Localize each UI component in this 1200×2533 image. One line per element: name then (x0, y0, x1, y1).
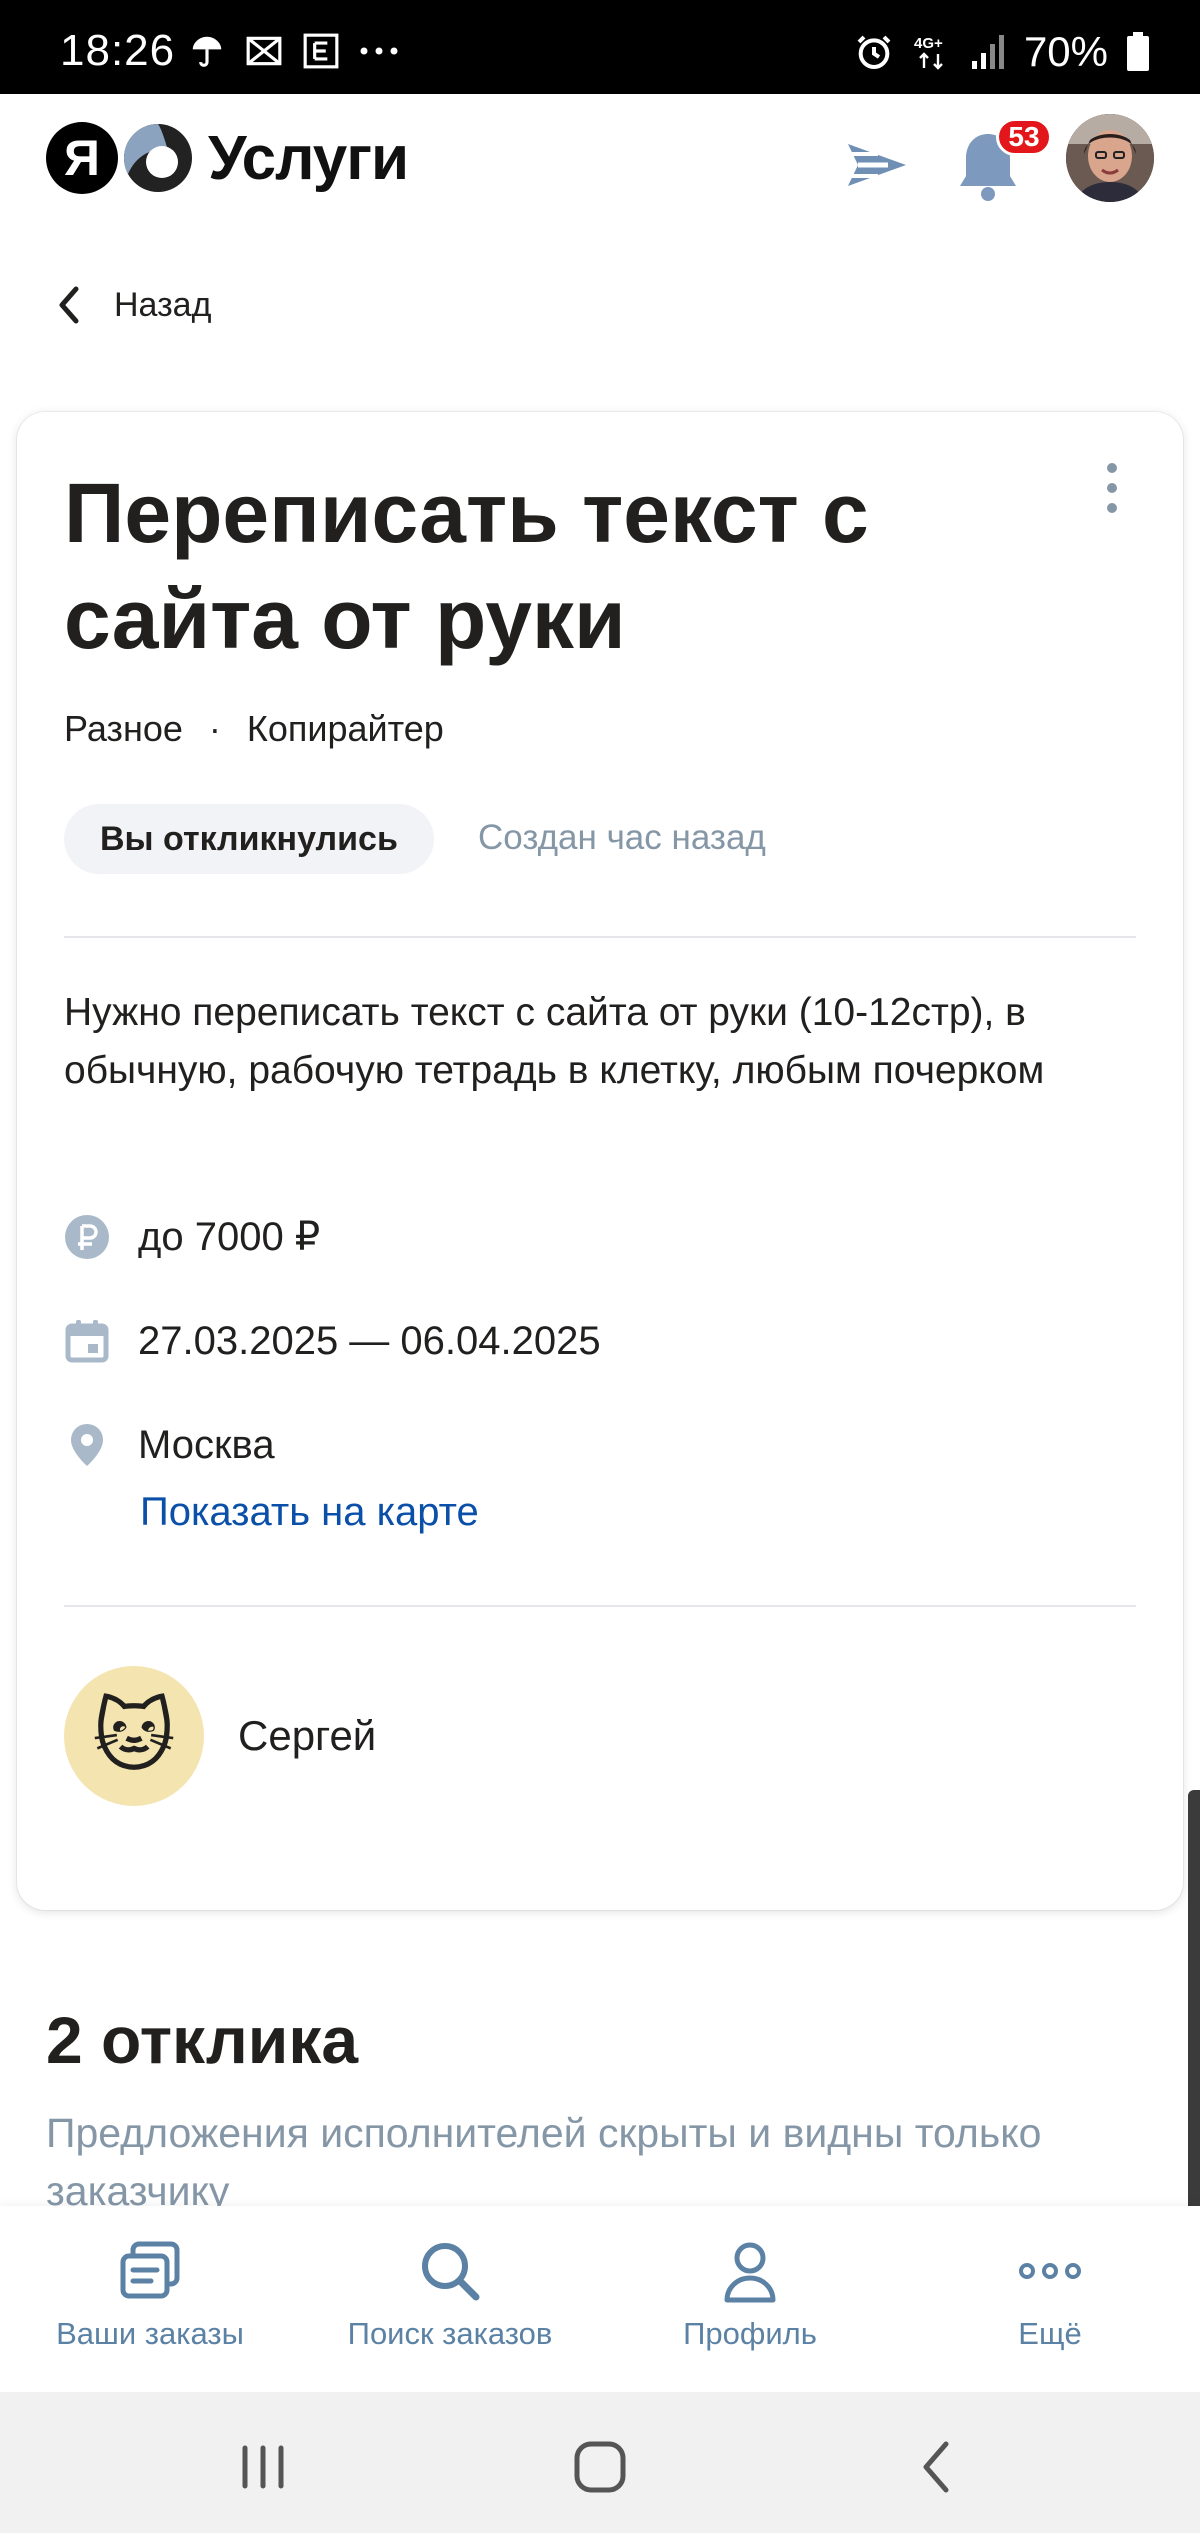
order-title: Переписать текст с сайта от руки (64, 466, 869, 666)
more-vertical-icon[interactable] (1090, 458, 1134, 518)
subcategory-label: Копирайтер (246, 708, 444, 749)
scrollbar[interactable] (1188, 1790, 1200, 2276)
nav-profile[interactable]: Профиль (600, 2206, 900, 2392)
nav-your-orders[interactable]: Ваши заказы (0, 2206, 300, 2392)
yandex-services-logo[interactable]: Я Услуги (46, 122, 409, 194)
created-time: Создан час назад (478, 818, 766, 857)
responses-note: Предложения исполнителей скрыты и видны … (46, 2110, 1042, 2206)
author-name[interactable]: Сергей (238, 1712, 376, 1760)
ruble-icon (65, 1215, 109, 1259)
show-on-map-link[interactable]: Показать на карте (140, 1490, 479, 1535)
calendar-icon (65, 1320, 109, 1363)
order-description: Нужно переписать текст с сайта от руки (… (64, 991, 1045, 1092)
app-header: Я Услуги 53 (0, 94, 1200, 244)
nav-search-orders[interactable]: Поиск заказов (300, 2206, 600, 2392)
chevron-left-icon (59, 286, 79, 324)
send-icon[interactable] (842, 130, 912, 200)
category-label: Разное (64, 708, 183, 749)
alarm-icon (857, 35, 891, 69)
notification-count-badge: 53 (996, 118, 1052, 156)
user-photo-icon (1066, 114, 1154, 202)
location-row: Москва (64, 1422, 275, 1468)
divider (64, 1605, 1136, 1607)
status-icons-left (188, 32, 400, 70)
responses-title: 2 отклика (46, 2003, 359, 2077)
nav-label: Поиск заказов (347, 2316, 553, 2351)
user-avatar[interactable] (1066, 114, 1154, 202)
battery-icon (1127, 32, 1149, 71)
orders-icon (120, 2241, 180, 2299)
home-icon[interactable] (565, 2432, 635, 2502)
nav-more[interactable]: Ещё (900, 2206, 1200, 2392)
price-text: до 7000 ₽ (138, 1215, 321, 1259)
back-button[interactable]: Назад (54, 280, 211, 330)
signal-icon (971, 35, 1004, 69)
network-4g-icon: 4G+ (914, 35, 943, 70)
nav-label: Ещё (1018, 2316, 1082, 2351)
dates-text: 27.03.2025 — 06.04.2025 (138, 1318, 601, 1363)
nav-label: Ваши заказы (56, 2316, 244, 2351)
more-dots-icon (360, 47, 398, 55)
order-categories: Разное · Копирайтер (64, 708, 444, 750)
author-avatar[interactable]: 🐱 (64, 1666, 204, 1806)
status-time: 18:26 (60, 26, 176, 75)
back-nav-icon[interactable] (902, 2432, 972, 2502)
e-box-icon (303, 33, 339, 69)
divider (64, 936, 1136, 938)
cross-box-icon (246, 36, 282, 66)
status-badge: Вы откликнулись (64, 804, 434, 874)
profile-icon (724, 2242, 776, 2303)
recent-apps-icon[interactable] (228, 2432, 298, 2502)
search-icon (422, 2243, 480, 2301)
logo-swirl-icon (124, 124, 192, 192)
price-row: до 7000 ₽ (64, 1214, 320, 1260)
svg-text:4G+: 4G+ (914, 35, 943, 52)
battery-percent: 70% (1023, 28, 1108, 75)
status-icons-right: 4G+ 70% (854, 28, 1150, 76)
logo-text: Услуги (208, 123, 409, 193)
more-icon (1019, 2263, 1081, 2279)
city-text: Москва (138, 1422, 275, 1467)
status-bar: 18:26 4G+ 70% (0, 0, 1200, 94)
system-navigation-bar (0, 2392, 1200, 2533)
umbrella-icon (192, 36, 222, 67)
logo-ya-icon: Я (46, 122, 118, 194)
dates-row: 27.03.2025 — 06.04.2025 (64, 1318, 601, 1364)
nav-label: Профиль (683, 2316, 817, 2351)
location-pin-icon (71, 1424, 103, 1466)
back-label: Назад (114, 285, 212, 324)
bottom-navigation: Ваши заказы Поиск заказов Профиль Ещё (0, 2206, 1200, 2392)
category-separator: · (208, 708, 221, 749)
